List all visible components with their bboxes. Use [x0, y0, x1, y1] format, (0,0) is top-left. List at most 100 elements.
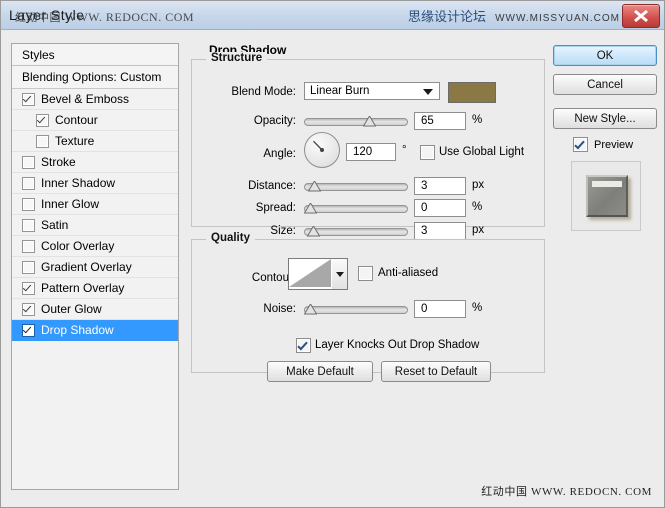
effect-checkbox[interactable] — [22, 176, 35, 190]
shadow-color-swatch[interactable] — [448, 82, 496, 103]
effect-label: Satin — [41, 217, 69, 232]
contour-dropdown-arrow[interactable] — [332, 258, 348, 290]
blending-options-item[interactable]: Blending Options: Custom — [12, 66, 178, 89]
effect-row[interactable]: Inner Shadow — [12, 173, 178, 194]
cancel-button[interactable]: Cancel — [553, 74, 657, 95]
effect-label: Bevel & Emboss — [41, 91, 130, 106]
ok-button[interactable]: OK — [553, 45, 657, 66]
opacity-slider-track[interactable] — [304, 118, 408, 126]
noise-unit: % — [472, 302, 483, 314]
effect-row[interactable]: Gradient Overlay — [12, 257, 178, 278]
anti-aliased-checkbox[interactable] — [358, 266, 373, 281]
spread-slider-track[interactable] — [304, 205, 408, 213]
effect-row[interactable]: Drop Shadow — [12, 320, 178, 341]
styles-panel: Styles Blending Options: Custom Bevel & … — [11, 43, 179, 490]
effect-label: Color Overlay — [41, 238, 115, 253]
noise-slider-track[interactable] — [304, 306, 408, 314]
effect-row[interactable]: Inner Glow — [12, 194, 178, 215]
effect-checkbox[interactable] — [22, 260, 35, 274]
watermark-left: 红动中国 WWW. REDOCN. COM — [15, 9, 194, 25]
close-button[interactable] — [622, 4, 660, 28]
effect-checkbox[interactable] — [22, 302, 35, 316]
effects-list: Bevel & Emboss Contour Texture Stroke Inner … — [12, 89, 178, 341]
noise-input[interactable]: 0 — [414, 300, 466, 318]
effect-checkbox[interactable] — [36, 113, 49, 127]
styles-header: Styles — [12, 44, 178, 66]
watermark-left-cn: 红动中国 — [15, 11, 61, 24]
effect-label: Inner Glow — [41, 196, 100, 211]
structure-legend: Structure — [206, 52, 268, 64]
quality-group: Quality Contour: Anti-aliased Noise: 0 % — [191, 232, 545, 373]
quality-legend: Quality — [206, 232, 255, 244]
effect-checkbox[interactable] — [22, 323, 35, 337]
effect-row[interactable]: Contour — [12, 110, 178, 131]
effect-row[interactable]: Pattern Overlay — [12, 278, 178, 299]
angle-input[interactable]: 120 — [346, 143, 396, 161]
effect-checkbox[interactable] — [22, 92, 35, 106]
watermark-bottom-cn: 红动中国 — [481, 485, 528, 498]
blend-mode-select[interactable]: Linear Burn — [304, 82, 440, 100]
watermark-right: 思缘设计论坛 WWW.MISSYUAN.COM — [408, 6, 620, 25]
spread-slider-thumb[interactable] — [304, 203, 317, 214]
layer-knockout-checkbox[interactable] — [296, 338, 311, 353]
effect-row[interactable]: Bevel & Emboss — [12, 89, 178, 110]
style-preview-thumbnail — [571, 161, 641, 231]
title-bar: Layer Style 红动中国 WWW. REDOCN. COM 思缘设计论坛… — [1, 1, 664, 30]
distance-input[interactable]: 3 — [414, 177, 466, 195]
blend-mode-label: Blend Mode: — [231, 86, 296, 98]
effect-label: Outer Glow — [41, 301, 102, 316]
opacity-unit: % — [472, 114, 483, 126]
preview-checkbox[interactable] — [573, 137, 588, 152]
right-panel: OK Cancel New Style... Preview — [553, 43, 657, 490]
watermark-right-cn: 思缘设计论坛 — [407, 10, 486, 25]
layer-style-dialog: Layer Style 红动中国 WWW. REDOCN. COM 思缘设计论坛… — [0, 0, 665, 508]
angle-dial[interactable] — [304, 132, 340, 168]
opacity-input[interactable]: 65 — [414, 112, 466, 130]
contour-preview[interactable] — [288, 258, 334, 290]
new-style-button[interactable]: New Style... — [553, 108, 657, 129]
main-panel: Drop Shadow Structure Blend Mode: Linear… — [191, 43, 545, 490]
structure-group: Structure Blend Mode: Linear Burn Opacit… — [191, 52, 545, 240]
watermark-left-url: WWW. REDOCN. COM — [64, 10, 195, 24]
effect-label: Contour — [55, 112, 98, 127]
spread-label: Spread: — [255, 202, 296, 214]
angle-dial-center — [320, 148, 324, 152]
effect-checkbox[interactable] — [36, 134, 49, 148]
opacity-slider-thumb[interactable] — [363, 116, 377, 127]
preview-label: Preview — [594, 138, 634, 151]
layer-knockout-label: Layer Knocks Out Drop Shadow — [315, 339, 480, 351]
effect-checkbox[interactable] — [22, 197, 35, 211]
anti-aliased-label: Anti-aliased — [378, 267, 439, 279]
size-input[interactable]: 3 — [414, 222, 466, 240]
noise-label: Noise: — [263, 303, 296, 315]
blend-mode-value: Linear Burn — [310, 85, 370, 97]
effect-row[interactable]: Stroke — [12, 152, 178, 173]
effect-label: Texture — [55, 133, 95, 148]
distance-slider-thumb[interactable] — [307, 181, 321, 192]
watermark-bottom-url: WWW. REDOCN. COM — [530, 486, 652, 498]
effect-checkbox[interactable] — [22, 218, 35, 232]
effect-row[interactable]: Outer Glow — [12, 299, 178, 320]
effect-checkbox[interactable] — [22, 239, 35, 253]
effect-label: Gradient Overlay — [41, 259, 132, 274]
effect-label: Inner Shadow — [41, 175, 116, 190]
reset-to-default-button[interactable]: Reset to Default — [381, 361, 491, 382]
use-global-light-checkbox[interactable] — [420, 145, 435, 160]
size-unit: px — [472, 224, 485, 236]
chevron-down-icon — [423, 89, 433, 95]
effect-row[interactable]: Satin — [12, 215, 178, 236]
effect-checkbox[interactable] — [22, 155, 35, 169]
preview-swatch — [586, 175, 628, 217]
effect-row[interactable]: Color Overlay — [12, 236, 178, 257]
distance-label: Distance: — [248, 180, 296, 192]
preview-row: Preview — [573, 137, 633, 152]
distance-unit: px — [472, 179, 485, 191]
preview-highlight — [592, 181, 622, 187]
effect-row[interactable]: Texture — [12, 131, 178, 152]
make-default-button[interactable]: Make Default — [267, 361, 373, 382]
angle-unit: ° — [402, 144, 407, 156]
effect-checkbox[interactable] — [22, 281, 35, 295]
size-slider-thumb[interactable] — [306, 226, 320, 237]
spread-input[interactable]: 0 — [414, 199, 466, 217]
noise-slider-thumb[interactable] — [304, 304, 317, 315]
